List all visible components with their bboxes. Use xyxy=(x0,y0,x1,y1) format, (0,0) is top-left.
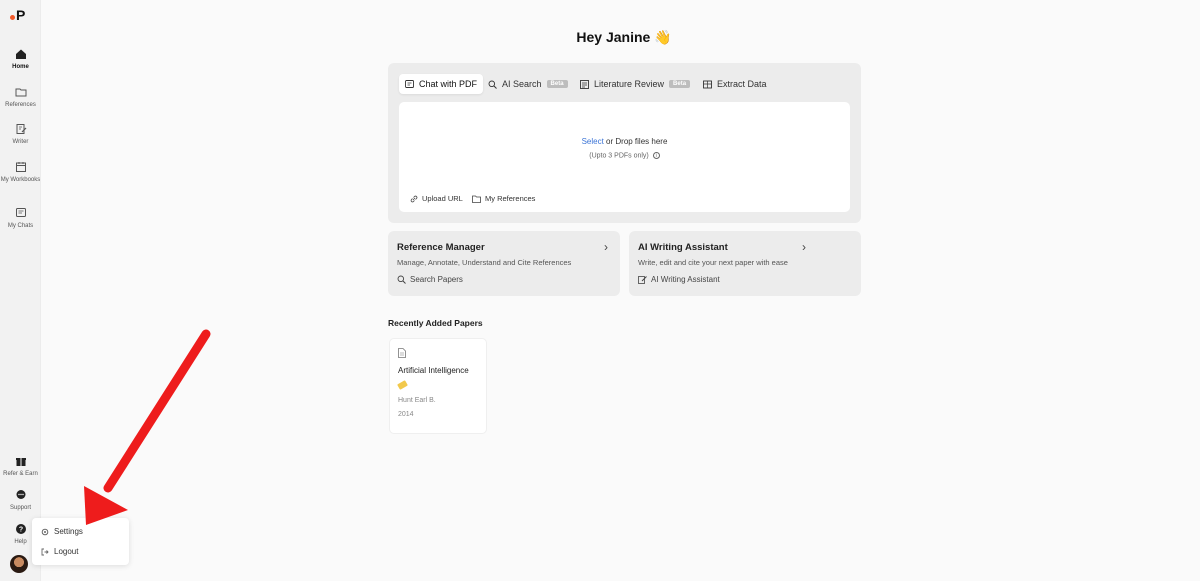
tag-icon xyxy=(397,380,408,390)
logout-menu-item[interactable]: Logout xyxy=(41,547,78,556)
tab-label: Literature Review xyxy=(594,79,665,89)
beta-badge: Beta xyxy=(669,80,691,88)
tab-literature-review[interactable]: Literature Review Beta xyxy=(574,74,696,94)
sidebar-item-label: My Chats xyxy=(7,223,34,229)
tab-chat-with-pdf[interactable]: Chat with PDF xyxy=(399,74,484,94)
account-menu: Settings Logout xyxy=(32,518,129,565)
paper-title: Artificial Intelligence xyxy=(398,366,469,375)
card-title: Reference Manager xyxy=(397,242,485,253)
sidebar-item-label: Help xyxy=(14,539,27,545)
gift-icon xyxy=(15,458,26,466)
svg-text:?: ? xyxy=(18,527,22,534)
chevron-right-icon: › xyxy=(604,240,608,254)
sidebar-item-label: My Workbooks xyxy=(0,177,41,183)
recently-added-title: Recently Added Papers xyxy=(388,318,483,328)
sidebar-item-label: Home xyxy=(12,64,29,70)
info-icon[interactable]: i xyxy=(652,152,660,159)
file-dropzone[interactable]: Select or Drop files here (Upto 3 PDFs o… xyxy=(399,102,850,212)
tab-label: Chat with PDF xyxy=(419,79,478,89)
my-references-label: My References xyxy=(485,194,536,203)
sidebar-item-home[interactable]: Home xyxy=(0,48,41,71)
chat-icon xyxy=(405,79,414,88)
reference-manager-card[interactable]: Reference Manager › Manage, Annotate, Un… xyxy=(388,231,620,296)
folder-icon xyxy=(472,195,481,203)
dropzone-prompt: Select or Drop files here xyxy=(399,137,850,146)
sidebar-item-support[interactable]: Support xyxy=(0,489,41,512)
dropzone-note-text: (Upto 3 PDFs only) xyxy=(589,152,649,160)
card-description: Manage, Annotate, Understand and Cite Re… xyxy=(397,258,572,267)
avatar[interactable] xyxy=(10,555,28,573)
search-papers-button[interactable]: Search Papers xyxy=(397,275,463,284)
sidebar-item-refer-earn[interactable]: Refer & Earn xyxy=(0,455,41,478)
sidebar-item-label: Support xyxy=(9,505,31,511)
upload-url-label: Upload URL xyxy=(422,194,463,203)
ai-writing-assistant-label: AI Writing Assistant xyxy=(651,275,720,284)
sidebar-item-my-chats[interactable]: My Chats xyxy=(0,207,41,230)
gear-icon xyxy=(41,528,49,535)
chevron-right-icon: › xyxy=(802,240,806,254)
sidebar-item-my-workbooks[interactable]: My Workbooks xyxy=(0,161,41,184)
home-icon xyxy=(15,49,26,59)
paper-year: 2014 xyxy=(398,411,414,418)
tab-label: AI Search xyxy=(502,79,542,89)
support-chat-icon xyxy=(16,490,25,499)
beta-badge: Beta xyxy=(546,80,568,88)
tab-ai-search[interactable]: AI Search Beta xyxy=(482,74,574,94)
calendar-icon xyxy=(15,162,26,172)
search-icon xyxy=(397,275,406,284)
paper-author: Hunt Earl B. xyxy=(398,397,436,404)
paper-card[interactable]: Artificial Intelligence Hunt Earl B. 201… xyxy=(389,338,487,434)
document-icon xyxy=(398,348,406,358)
logout-icon xyxy=(41,548,49,555)
sidebar-item-label: Refer & Earn xyxy=(3,471,38,477)
edit-icon xyxy=(638,276,647,284)
folder-icon xyxy=(15,88,26,97)
card-description: Write, edit and cite your next paper wit… xyxy=(638,258,788,267)
sidebar-item-label: Writer xyxy=(12,139,29,145)
table-icon xyxy=(703,80,712,88)
tab-label: Extract Data xyxy=(717,79,767,89)
dropzone-note: (Upto 3 PDFs only) i xyxy=(399,152,850,159)
sidebar-item-writer[interactable]: Writer xyxy=(0,123,41,146)
sidebar-item-label: References xyxy=(5,102,36,108)
dropzone-text: or Drop files here xyxy=(603,137,668,146)
card-title: AI Writing Assistant xyxy=(638,242,728,253)
settings-label: Settings xyxy=(54,527,83,536)
my-references-button[interactable]: My References xyxy=(472,194,535,203)
ai-search-icon xyxy=(488,80,497,89)
literature-icon xyxy=(580,79,589,89)
logo-text: P xyxy=(16,7,26,23)
sidebar-item-references[interactable]: References xyxy=(0,86,41,109)
link-icon xyxy=(410,195,418,202)
app-logo[interactable]: P xyxy=(10,7,25,23)
ai-writing-assistant-button[interactable]: AI Writing Assistant xyxy=(638,275,720,284)
edit-document-icon xyxy=(16,124,26,134)
page-title: Hey Janine 👋 xyxy=(576,29,672,45)
upload-url-button[interactable]: Upload URL xyxy=(410,194,463,203)
tab-extract-data[interactable]: Extract Data xyxy=(697,74,773,94)
chat-icon xyxy=(15,208,26,217)
ai-writing-assistant-card[interactable]: AI Writing Assistant › Write, edit and c… xyxy=(629,231,861,296)
help-icon: ? xyxy=(15,524,26,534)
select-files-link[interactable]: Select xyxy=(582,137,604,146)
settings-menu-item[interactable]: Settings xyxy=(41,527,83,536)
logo-dot xyxy=(10,14,15,20)
upload-panel: Chat with PDF AI Search Beta Literature … xyxy=(388,63,861,223)
logout-label: Logout xyxy=(54,547,79,556)
sidebar: P Home References Writer My Workbooks My… xyxy=(0,0,41,581)
search-papers-label: Search Papers xyxy=(410,275,463,284)
